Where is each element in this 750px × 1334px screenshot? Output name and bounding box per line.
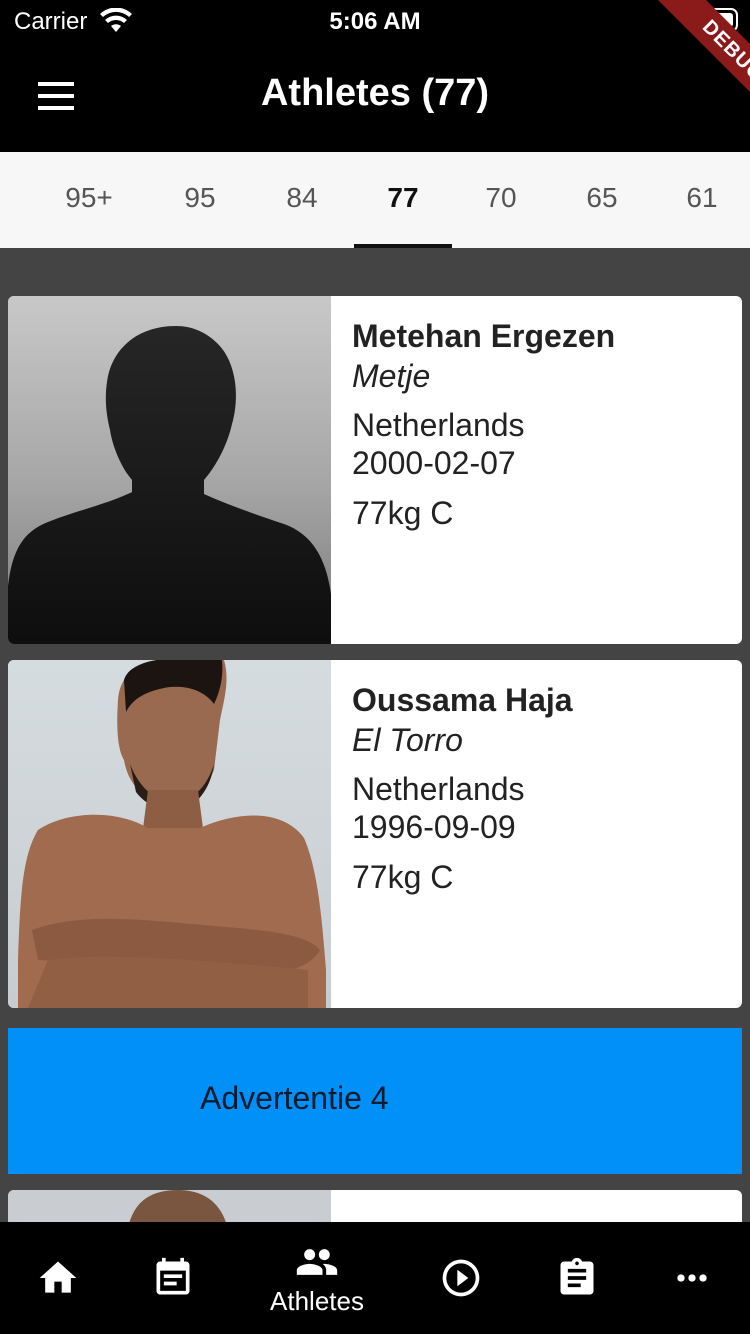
- athlete-info: Metehan Ergezen Metje Netherlands 2000-0…: [352, 316, 732, 532]
- tab-77[interactable]: 77: [354, 152, 452, 248]
- clipboard-icon: [560, 1257, 594, 1295]
- athlete-name: Oussama Haja: [352, 682, 573, 718]
- athlete-info: Oussama Haja El Torro Netherlands 1996-0…: [352, 680, 732, 896]
- athlete-nickname: El Torro: [352, 722, 463, 758]
- tab-61[interactable]: 61: [654, 152, 750, 248]
- nav-results[interactable]: [522, 1222, 632, 1334]
- athlete-list[interactable]: Metehan Ergezen Metje Netherlands 2000-0…: [0, 248, 750, 1222]
- tab-95[interactable]: 95: [150, 152, 250, 248]
- weight-class-tabs: 95+ 95 84 77 70 65 61: [0, 152, 750, 248]
- app-bar: Athletes (77): [0, 44, 750, 152]
- person-silhouette-icon: [8, 326, 331, 644]
- people-icon: [296, 1248, 338, 1275]
- nav-athletes-label: Athletes: [270, 1285, 364, 1316]
- more-horiz-icon: [677, 1274, 707, 1282]
- nav-home[interactable]: [3, 1222, 113, 1334]
- athlete-country: Netherlands: [352, 407, 525, 443]
- nav-athletes[interactable]: Athletes: [262, 1222, 372, 1334]
- athlete-nickname: Metje: [352, 358, 431, 394]
- advertisement-label: Advertentie 4: [200, 1080, 389, 1116]
- nav-calendar[interactable]: [118, 1222, 228, 1334]
- athlete-card[interactable]: Oussama Haja El Torro Netherlands 1996-0…: [8, 660, 742, 1008]
- athlete-dob: 2000-02-07: [352, 445, 516, 481]
- bottom-navigation: Athletes: [0, 1222, 750, 1334]
- athlete-portrait-image: [18, 660, 326, 1008]
- play-circle-icon: [442, 1259, 480, 1297]
- athlete-country: Netherlands: [352, 771, 525, 807]
- advertisement-banner[interactable]: Advertentie 4: [8, 1028, 742, 1174]
- athlete-photo: [8, 1190, 331, 1222]
- athlete-card[interactable]: [8, 1190, 742, 1222]
- athlete-card[interactable]: Metehan Ergezen Metje Netherlands 2000-0…: [8, 296, 742, 644]
- tab-65[interactable]: 65: [552, 152, 652, 248]
- athlete-name: Metehan Ergezen: [352, 318, 616, 354]
- clock: 5:06 AM: [329, 8, 421, 35]
- tab-70[interactable]: 70: [452, 152, 550, 248]
- tab-95-plus[interactable]: 95+: [38, 152, 140, 248]
- athlete-photo-placeholder: [8, 296, 331, 644]
- status-bar: Carrier 5:06 AM: [0, 0, 750, 44]
- battery-icon: [690, 8, 738, 32]
- athlete-weight-class: 77kg C: [352, 859, 454, 895]
- page-title: Athletes (77): [260, 72, 490, 114]
- calendar-icon: [156, 1257, 190, 1295]
- athlete-dob: 1996-09-09: [352, 809, 516, 845]
- tab-84[interactable]: 84: [252, 152, 352, 248]
- athlete-photo: [8, 660, 331, 1008]
- home-icon: [39, 1261, 77, 1293]
- nav-videos[interactable]: [406, 1222, 516, 1334]
- athlete-weight-class: 77kg C: [352, 495, 454, 531]
- nav-more[interactable]: [637, 1222, 747, 1334]
